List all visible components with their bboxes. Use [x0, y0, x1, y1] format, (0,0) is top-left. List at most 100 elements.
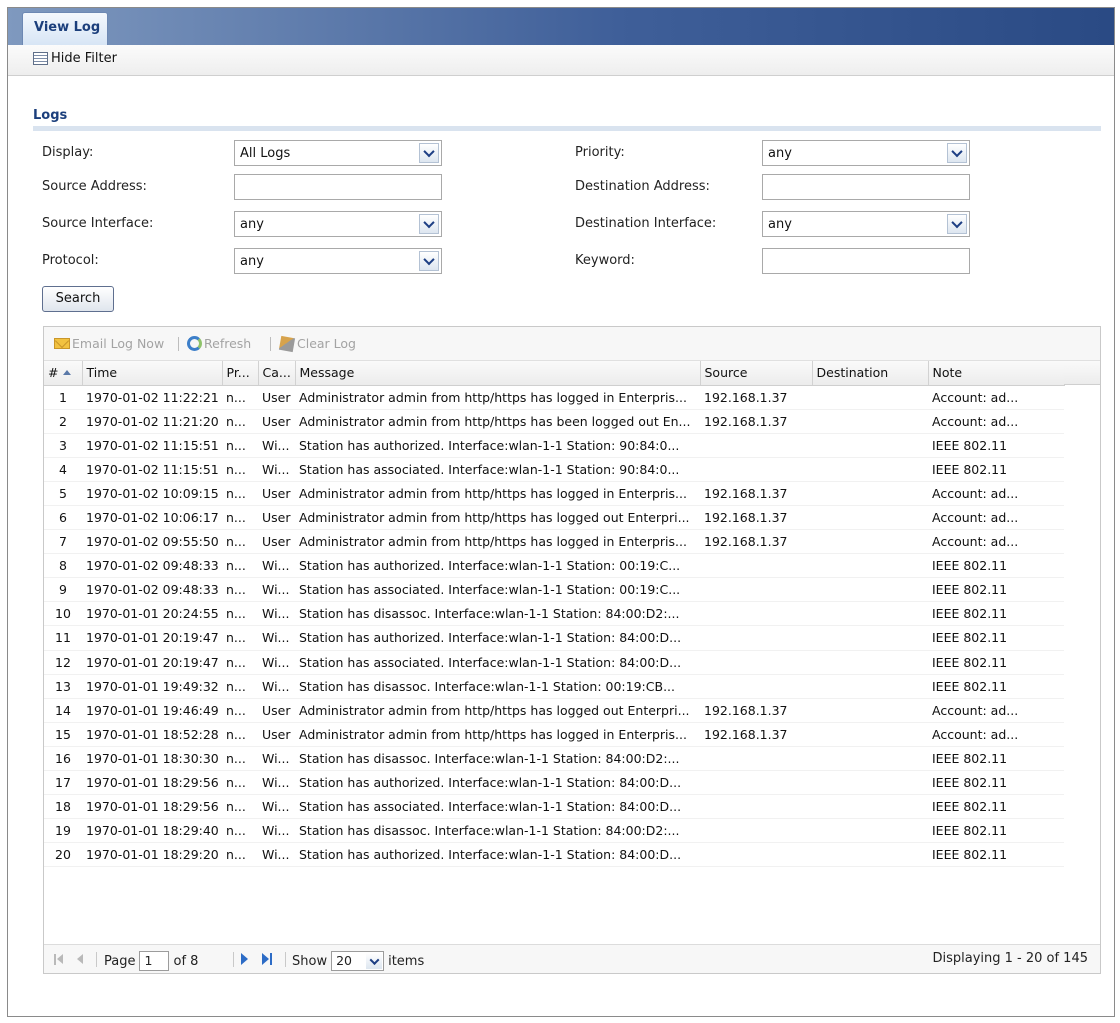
row-category: User	[258, 409, 295, 434]
previous-page-button[interactable]	[77, 954, 83, 964]
row-time: 1970-01-01 20:19:47	[82, 625, 222, 651]
display-select[interactable]: All Logs	[234, 140, 442, 166]
page-size-value: 20	[336, 953, 352, 968]
table-row[interactable]: 8 1970-01-02 09:48:33 n... Wi... Station has…	[44, 553, 1064, 579]
row-category: Wi...	[258, 577, 295, 603]
table-row[interactable]: 11 1970-01-01 20:19:47 n... Wi... Station ha…	[44, 625, 1064, 651]
displaying-summary: Displaying 1 - 20 of 145	[932, 951, 1088, 966]
view-log-panel: View Log Hide Filter Logs Display: All L…	[7, 7, 1115, 1017]
table-row[interactable]: 16 1970-01-01 18:30:30 n... Wi... Station ha…	[44, 746, 1064, 772]
table-row[interactable]: 20 1970-01-01 18:29:20 n... Wi... Station ha…	[44, 842, 1064, 868]
search-button[interactable]: Search	[42, 286, 114, 312]
keyword-input[interactable]	[762, 248, 970, 274]
row-number: 17	[44, 770, 82, 796]
protocol-label: Protocol:	[42, 253, 99, 268]
row-message: Administrator admin from http/https has …	[295, 529, 700, 555]
row-time: 1970-01-01 19:46:49	[82, 698, 222, 723]
email-log-now-button[interactable]: Email Log Now	[54, 336, 164, 351]
row-priority: n...	[222, 529, 258, 555]
refresh-button[interactable]: Refresh	[187, 336, 251, 351]
table-row[interactable]: 4 1970-01-02 11:15:51 n... Wi... Station has…	[44, 457, 1064, 482]
row-time: 1970-01-02 11:22:21	[82, 385, 222, 410]
chevron-down-icon[interactable]	[419, 251, 439, 271]
row-priority: n...	[222, 601, 258, 627]
row-note: IEEE 802.11	[928, 601, 1064, 627]
row-note: IEEE 802.11	[928, 650, 1064, 675]
chevron-down-icon[interactable]	[947, 143, 967, 163]
row-priority: n...	[222, 650, 258, 675]
broom-icon	[278, 335, 296, 352]
row-time: 1970-01-01 18:30:30	[82, 746, 222, 772]
table-row[interactable]: 9 1970-01-02 09:48:33 n... Wi... Station has…	[44, 577, 1064, 603]
row-note: Account: ad...	[928, 505, 1064, 531]
refresh-icon	[187, 336, 202, 351]
row-number: 16	[44, 746, 82, 772]
table-row[interactable]: 1 1970-01-02 11:22:21 n... User Administrato…	[44, 385, 1064, 410]
table-row[interactable]: 7 1970-01-02 09:55:50 n... User Administrato…	[44, 529, 1064, 555]
row-source: 192.168.1.37	[700, 409, 812, 434]
row-destination	[812, 433, 928, 458]
source-interface-label: Source Interface:	[42, 216, 154, 231]
hide-filter-button[interactable]: Hide Filter	[33, 51, 117, 66]
row-note: Account: ad...	[928, 722, 1064, 747]
destination-interface-select[interactable]: any	[762, 211, 970, 237]
priority-select[interactable]: any	[762, 140, 970, 166]
last-page-button[interactable]	[262, 953, 273, 965]
row-category: User	[258, 529, 295, 555]
row-time: 1970-01-01 18:52:28	[82, 722, 222, 747]
page-number-input[interactable]: 1	[139, 951, 170, 971]
table-row[interactable]: 10 1970-01-01 20:24:55 n... Wi... Station ha…	[44, 601, 1064, 627]
row-source	[700, 457, 812, 482]
grid-toolbar: Email Log Now Refresh Clear Log	[44, 327, 1100, 361]
table-row[interactable]: 12 1970-01-01 20:19:47 n... Wi... Station ha…	[44, 650, 1064, 675]
next-page-button[interactable]	[241, 953, 248, 965]
column-header-message[interactable]: Message	[295, 361, 701, 386]
clear-log-button[interactable]: Clear Log	[278, 335, 356, 352]
chevron-down-icon[interactable]	[419, 214, 439, 234]
source-interface-select[interactable]: any	[234, 211, 442, 237]
chevron-down-icon[interactable]	[419, 143, 439, 163]
source-address-input[interactable]	[234, 174, 442, 200]
table-row[interactable]: 14 1970-01-01 19:46:49 n... User Administrat…	[44, 698, 1064, 723]
column-header-destination[interactable]: Destination	[812, 361, 929, 386]
column-header-category[interactable]: Ca...	[258, 361, 296, 386]
table-row[interactable]: 17 1970-01-01 18:29:56 n... Wi... Station ha…	[44, 770, 1064, 796]
row-source: 192.168.1.37	[700, 481, 812, 506]
table-row[interactable]: 19 1970-01-01 18:29:40 n... Wi... Station ha…	[44, 818, 1064, 844]
row-destination	[812, 698, 928, 723]
items-label: items	[388, 953, 425, 969]
row-source	[700, 553, 812, 579]
table-row[interactable]: 2 1970-01-02 11:21:20 n... User Administrato…	[44, 409, 1064, 434]
row-note: IEEE 802.11	[928, 625, 1064, 651]
row-number: 12	[44, 650, 82, 675]
page-size-select[interactable]: 20	[331, 951, 385, 971]
table-row[interactable]: 6 1970-01-02 10:06:17 n... User Administrato…	[44, 505, 1064, 531]
column-header-note[interactable]: Note	[928, 361, 1065, 386]
row-time: 1970-01-02 10:09:15	[82, 481, 222, 506]
next-page-icon	[241, 953, 248, 965]
row-source	[700, 746, 812, 772]
priority-label: Priority:	[575, 145, 625, 160]
row-source	[700, 794, 812, 820]
table-row[interactable]: 5 1970-01-02 10:09:15 n... User Administrato…	[44, 481, 1064, 506]
column-header-source[interactable]: Source	[700, 361, 813, 386]
row-number: 4	[44, 457, 82, 482]
chevron-down-icon[interactable]	[947, 214, 967, 234]
email-icon	[54, 338, 70, 349]
destination-interface-label: Destination Interface:	[575, 216, 717, 231]
table-row[interactable]: 3 1970-01-02 11:15:51 n... Wi... Station has…	[44, 433, 1064, 458]
protocol-select[interactable]: any	[234, 248, 442, 274]
destination-address-input[interactable]	[762, 174, 970, 200]
row-note: IEEE 802.11	[928, 674, 1064, 699]
row-priority: n...	[222, 577, 258, 603]
table-row[interactable]: 18 1970-01-01 18:29:56 n... Wi... Station ha…	[44, 794, 1064, 820]
first-page-button[interactable]	[54, 954, 64, 965]
table-row[interactable]: 15 1970-01-01 18:52:28 n... User Administrat…	[44, 722, 1064, 747]
tab-view-log[interactable]: View Log	[22, 12, 108, 45]
column-header-priority[interactable]: Pr...	[222, 361, 259, 386]
column-header-number[interactable]: #	[44, 361, 83, 386]
row-message: Station has authorized. Interface:wlan-1…	[295, 553, 700, 579]
table-row[interactable]: 13 1970-01-01 19:49:32 n... Wi... Station ha…	[44, 674, 1064, 699]
column-header-time[interactable]: Time	[82, 361, 223, 386]
row-category: Wi...	[258, 457, 295, 482]
